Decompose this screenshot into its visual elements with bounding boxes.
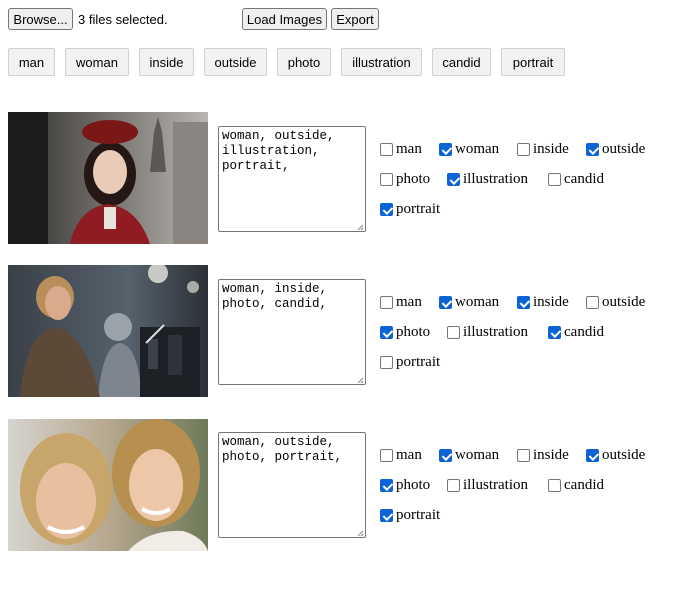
checkbox-candid[interactable]: candid — [548, 324, 604, 341]
checkbox-woman[interactable]: woman — [439, 294, 499, 311]
checkbox-outside[interactable]: outside — [586, 447, 645, 464]
tag-textarea[interactable]: woman, inside, photo, candid, — [218, 279, 366, 385]
export-button[interactable]: Export — [331, 8, 379, 30]
tag-button-inside[interactable]: inside — [139, 48, 194, 76]
checkbox-portrait[interactable]: portrait — [380, 507, 440, 524]
checkbox-label: photo — [396, 171, 431, 187]
checkbox-box[interactable] — [380, 296, 393, 309]
checkbox-man[interactable]: man — [380, 294, 422, 311]
checkbox-box[interactable] — [586, 449, 599, 462]
checkbox-label: woman — [455, 141, 500, 157]
checkbox-woman[interactable]: woman — [439, 447, 499, 464]
checkbox-box[interactable] — [548, 173, 561, 186]
checkbox-portrait[interactable]: portrait — [380, 201, 440, 218]
checkbox-label: outside — [602, 447, 646, 463]
checkbox-box[interactable] — [586, 143, 599, 156]
checkbox-man[interactable]: man — [380, 141, 422, 158]
checkbox-label: man — [396, 141, 422, 157]
load-images-button[interactable]: Load Images — [242, 8, 327, 30]
checkbox-box[interactable] — [380, 326, 393, 339]
checkbox-candid[interactable]: candid — [548, 477, 604, 494]
image-thumbnail — [8, 265, 208, 397]
checkbox-label: woman — [455, 447, 500, 463]
checkbox-box[interactable] — [517, 296, 530, 309]
checkbox-box[interactable] — [447, 173, 460, 186]
checkbox-label: portrait — [396, 354, 441, 370]
checkbox-portrait[interactable]: portrait — [380, 354, 440, 371]
checkbox-label: candid — [564, 477, 604, 493]
checkbox-man[interactable]: man — [380, 447, 422, 464]
checkbox-outside[interactable]: outside — [586, 294, 645, 311]
tag-button-photo[interactable]: photo — [277, 48, 331, 76]
checkbox-illustration[interactable]: illustration — [447, 477, 528, 494]
checkbox-inside[interactable]: inside — [517, 141, 569, 158]
checkbox-label: man — [396, 447, 422, 463]
checkbox-label: inside — [533, 294, 569, 310]
checkbox-box[interactable] — [548, 479, 561, 492]
checkbox-box[interactable] — [380, 143, 393, 156]
checkbox-box[interactable] — [380, 479, 393, 492]
checkbox-label: inside — [533, 447, 569, 463]
checkbox-photo[interactable]: photo — [380, 324, 430, 341]
browse-button[interactable]: Browse... — [8, 8, 73, 30]
tag-button-illustration[interactable]: illustration — [341, 48, 422, 76]
checkbox-photo[interactable]: photo — [380, 477, 430, 494]
checkbox-box[interactable] — [380, 509, 393, 522]
checkbox-illustration[interactable]: illustration — [447, 171, 528, 188]
checkbox-inside[interactable]: inside — [517, 294, 569, 311]
checkbox-label: photo — [396, 477, 431, 493]
checkbox-label: woman — [455, 294, 500, 310]
checkbox-inside[interactable]: inside — [517, 447, 569, 464]
checkbox-box[interactable] — [380, 173, 393, 186]
checkbox-label: photo — [396, 324, 431, 340]
checkbox-label: portrait — [396, 507, 441, 523]
checkbox-box[interactable] — [439, 449, 452, 462]
checkbox-woman[interactable]: woman — [439, 141, 499, 158]
image-thumbnail — [8, 419, 208, 551]
checkbox-outside[interactable]: outside — [586, 141, 645, 158]
checkbox-label: outside — [602, 294, 646, 310]
checkbox-label: outside — [602, 141, 646, 157]
tag-textarea[interactable]: woman, outside, photo, portrait, — [218, 432, 366, 538]
checkbox-label: candid — [564, 324, 604, 340]
files-selected-status: 3 files selected. — [78, 12, 168, 27]
checkbox-candid[interactable]: candid — [548, 171, 604, 188]
checkbox-label: illustration — [463, 171, 528, 187]
tag-button-outside[interactable]: outside — [204, 48, 267, 76]
checkbox-box[interactable] — [447, 479, 460, 492]
checkbox-photo[interactable]: photo — [380, 171, 430, 188]
checkbox-box[interactable] — [439, 296, 452, 309]
checkbox-label: portrait — [396, 201, 441, 217]
tag-button-man[interactable]: man — [8, 48, 55, 76]
tag-textarea[interactable]: woman, outside, illustration, portrait, — [218, 126, 366, 232]
checkbox-label: illustration — [463, 477, 528, 493]
checkbox-label: inside — [533, 141, 569, 157]
checkbox-box[interactable] — [447, 326, 460, 339]
checkbox-label: man — [396, 294, 422, 310]
checkbox-illustration[interactable]: illustration — [447, 324, 528, 341]
checkbox-box[interactable] — [586, 296, 599, 309]
image-thumbnail — [8, 112, 208, 244]
resize-grip-icon[interactable] — [357, 224, 364, 231]
checkbox-box[interactable] — [517, 143, 530, 156]
tag-button-woman[interactable]: woman — [65, 48, 129, 76]
resize-grip-icon[interactable] — [357, 530, 364, 537]
tag-button-portrait[interactable]: portrait — [501, 48, 565, 76]
checkbox-box[interactable] — [439, 143, 452, 156]
checkbox-box[interactable] — [380, 356, 393, 369]
checkbox-box[interactable] — [517, 449, 530, 462]
checkbox-label: candid — [564, 171, 604, 187]
checkbox-box[interactable] — [380, 203, 393, 216]
checkbox-box[interactable] — [548, 326, 561, 339]
tag-button-candid[interactable]: candid — [432, 48, 491, 76]
checkbox-box[interactable] — [380, 449, 393, 462]
checkbox-label: illustration — [463, 324, 528, 340]
resize-grip-icon[interactable] — [357, 377, 364, 384]
